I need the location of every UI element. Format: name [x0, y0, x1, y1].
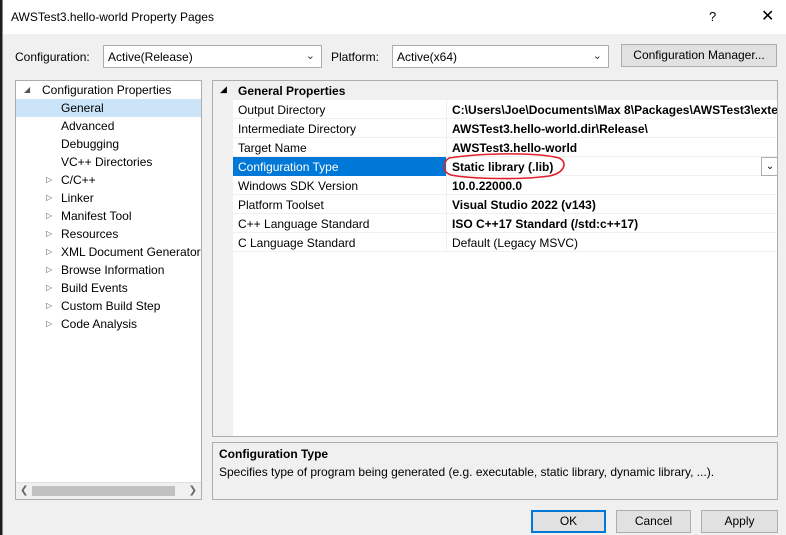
- tree-item-label: Configuration Properties: [42, 83, 172, 97]
- red-annotation-ellipse: [443, 153, 565, 180]
- expand-arrow-icon[interactable]: ▷: [46, 207, 56, 225]
- tree-item-label: XML Document Generator: [61, 245, 201, 259]
- property-tree[interactable]: ◢ Configuration Properties General Advanc…: [15, 80, 202, 500]
- configuration-label: Configuration:: [15, 50, 90, 64]
- property-name: Configuration Type: [238, 160, 339, 174]
- property-row-intermediate-directory[interactable]: Intermediate Directory AWSTest3.hello-wor…: [233, 119, 777, 138]
- cancel-button[interactable]: Cancel: [616, 510, 691, 533]
- tree-item-xml-document-generator[interactable]: ▷ XML Document Generator: [16, 243, 201, 261]
- apply-button[interactable]: Apply: [701, 510, 778, 533]
- tree-item-label: Advanced: [61, 119, 115, 133]
- property-value[interactable]: C:\Users\Joe\Documents\Max 8\Packages\AW…: [452, 103, 777, 117]
- expand-arrow-icon[interactable]: ▷: [46, 297, 56, 315]
- scroll-left-icon[interactable]: ❮: [20, 485, 28, 496]
- description-text: Specifies type of program being generate…: [219, 465, 715, 479]
- property-row-platform-toolset[interactable]: Platform Toolset Visual Studio 2022 (v143…: [233, 195, 777, 214]
- scroll-right-icon[interactable]: ❯: [189, 485, 197, 496]
- platform-value: Active(x64): [397, 50, 458, 64]
- property-row-output-directory[interactable]: Output Directory C:\Users\Joe\Documents\M…: [233, 100, 777, 119]
- property-value[interactable]: ISO C++17 Standard (/std:c++17): [452, 217, 638, 231]
- tree-item-label: Manifest Tool: [61, 209, 132, 223]
- category-label: General Properties: [238, 84, 346, 98]
- tree-item-label: C/C++: [61, 173, 96, 187]
- chevron-down-icon: ⌄: [305, 50, 315, 62]
- horizontal-scrollbar[interactable]: ❮ ❯: [16, 482, 201, 499]
- tree-item-general[interactable]: General: [16, 99, 201, 117]
- property-name: Intermediate Directory: [238, 122, 357, 136]
- configuration-value: Active(Release): [108, 50, 193, 64]
- column-separator: [446, 119, 447, 138]
- scrollbar-thumb[interactable]: [32, 486, 175, 496]
- grid-gutter: [213, 81, 233, 436]
- chevron-down-icon: ⌄: [592, 50, 602, 62]
- window-title: AWSTest3.hello-world Property Pages: [11, 10, 214, 24]
- property-name: C Language Standard: [238, 236, 356, 250]
- property-name: C++ Language Standard: [238, 217, 370, 231]
- tree-item-label: Code Analysis: [61, 317, 138, 331]
- column-separator: [446, 214, 447, 233]
- chevron-down-icon[interactable]: ⌄: [761, 157, 777, 176]
- expand-arrow-icon[interactable]: ▷: [46, 171, 56, 189]
- tree-item-label: Debugging: [61, 137, 120, 151]
- expand-arrow-icon[interactable]: ▷: [46, 189, 56, 207]
- property-value[interactable]: Default (Legacy MSVC): [452, 236, 578, 250]
- tree-item-c-c[interactable]: ▷ C/C++: [16, 171, 201, 189]
- platform-dropdown[interactable]: Active(x64) ⌄: [392, 45, 609, 68]
- property-pages-dialog: AWSTest3.hello-world Property Pages ? ✕ …: [2, 0, 786, 535]
- tree-item-advanced[interactable]: Advanced: [16, 117, 201, 135]
- description-title: Configuration Type: [219, 447, 329, 461]
- tree-item-code-analysis[interactable]: ▷ Code Analysis: [16, 315, 201, 333]
- tree-item-manifest-tool[interactable]: ▷ Manifest Tool: [16, 207, 201, 225]
- tree-item-label: VC++ Directories: [61, 155, 153, 169]
- tree-item-vc-directories[interactable]: VC++ Directories: [16, 153, 201, 171]
- tree-item-label: Custom Build Step: [61, 299, 161, 313]
- close-button[interactable]: ✕: [761, 6, 774, 26]
- property-value[interactable]: Visual Studio 2022 (v143): [452, 198, 596, 212]
- tree-item-debugging[interactable]: Debugging: [16, 135, 201, 153]
- tree-item-resources[interactable]: ▷ Resources: [16, 225, 201, 243]
- expand-arrow-icon[interactable]: ▷: [46, 225, 56, 243]
- platform-label: Platform:: [331, 50, 380, 64]
- category-general-properties[interactable]: ◢ General Properties: [213, 81, 777, 100]
- property-row-c-language-standard[interactable]: C Language Standard Default (Legacy MSVC): [233, 233, 777, 252]
- tree-item-label: Browse Information: [61, 263, 165, 277]
- tree-item-linker[interactable]: ▷ Linker: [16, 189, 201, 207]
- tree-item-browse-information[interactable]: ▷ Browse Information: [16, 261, 201, 279]
- expand-arrow-icon[interactable]: ▷: [46, 279, 56, 297]
- collapse-triangle-icon[interactable]: ◢: [220, 84, 227, 95]
- property-value[interactable]: AWSTest3.hello-world.dir\Release\: [452, 122, 648, 136]
- property-row-c-language-standard[interactable]: C++ Language Standard ISO C++17 Standard …: [233, 214, 777, 233]
- tree-item-build-events[interactable]: ▷ Build Events: [16, 279, 201, 297]
- property-grid[interactable]: ◢ General Properties Output Directory C:\…: [212, 80, 778, 437]
- title-bar: AWSTest3.hello-world Property Pages ? ✕: [3, 0, 786, 34]
- ok-button[interactable]: OK: [531, 510, 606, 533]
- expand-arrow-icon[interactable]: ▷: [46, 243, 56, 261]
- property-value[interactable]: 10.0.22000.0: [452, 179, 522, 193]
- description-panel: Configuration Type Specifies type of pro…: [212, 442, 778, 500]
- tree-item-label: General: [61, 101, 104, 115]
- tree-item-custom-build-step[interactable]: ▷ Custom Build Step: [16, 297, 201, 315]
- property-name: Target Name: [238, 141, 307, 155]
- help-button[interactable]: ?: [709, 9, 716, 24]
- property-name: Windows SDK Version: [238, 179, 359, 193]
- configuration-manager-button[interactable]: Configuration Manager...: [621, 44, 777, 67]
- tree-item-label: Resources: [61, 227, 119, 241]
- tree-item-label: Linker: [61, 191, 94, 205]
- tree-item-label: Build Events: [61, 281, 128, 295]
- expand-arrow-icon[interactable]: ▷: [46, 261, 56, 279]
- expand-triangle-icon[interactable]: ◢: [24, 81, 34, 99]
- column-separator: [446, 100, 447, 119]
- property-name: Platform Toolset: [238, 198, 324, 212]
- column-separator: [446, 233, 447, 252]
- column-separator: [446, 195, 447, 214]
- expand-arrow-icon[interactable]: ▷: [46, 315, 56, 333]
- property-name: Output Directory: [238, 103, 326, 117]
- tree-item-configuration-properties[interactable]: ◢ Configuration Properties: [16, 81, 201, 99]
- configuration-dropdown[interactable]: Active(Release) ⌄: [103, 45, 322, 68]
